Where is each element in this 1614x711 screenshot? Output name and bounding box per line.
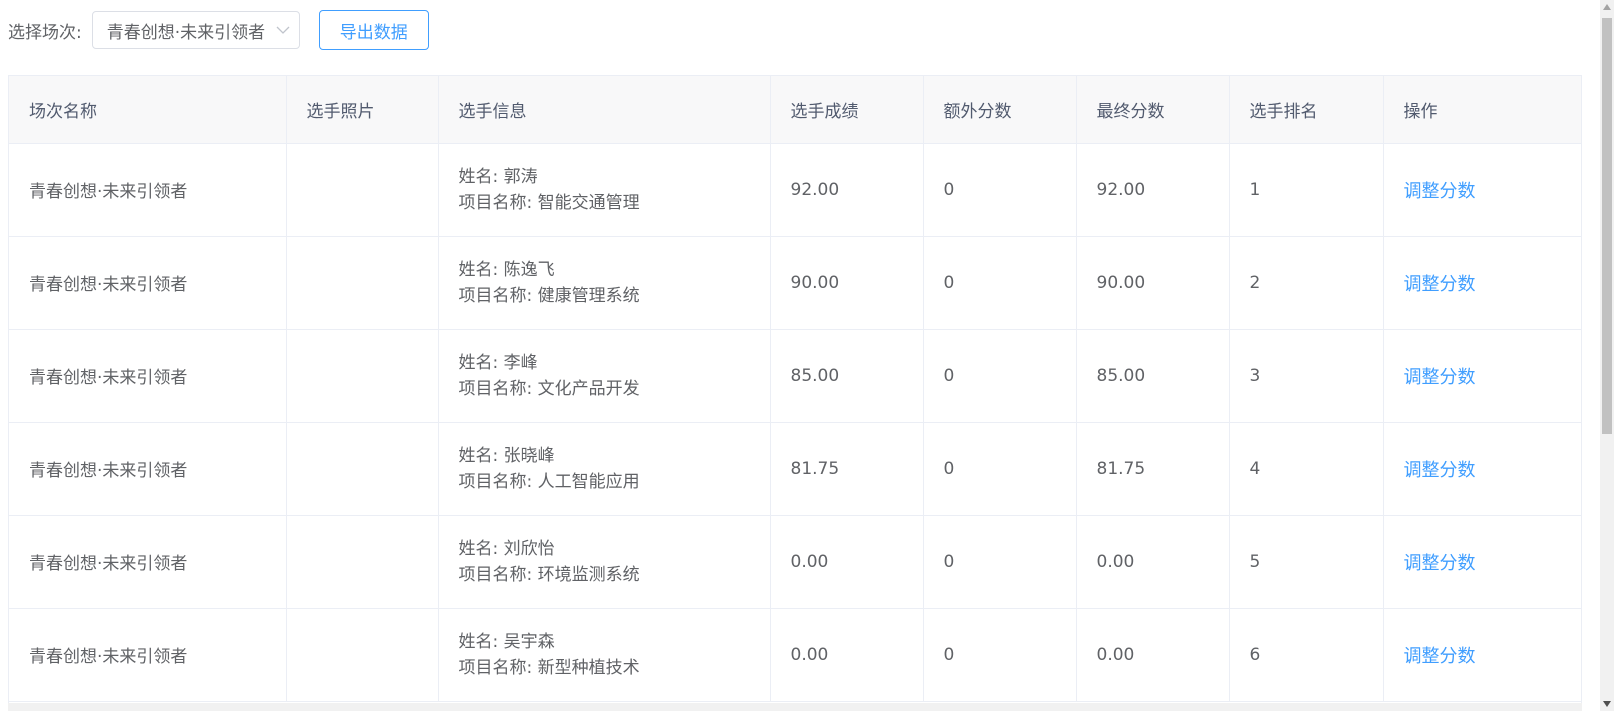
column-header: 场次名称 — [9, 76, 287, 144]
contestant-info-cell: 姓名: 陈逸飞项目名称: 健康管理系统 — [438, 236, 771, 330]
rank-cell: 6 — [1229, 608, 1384, 702]
rank-cell: 4 — [1229, 422, 1384, 516]
contestant-name: 姓名: 陈逸飞 — [458, 259, 555, 280]
extra-score-cell: 0 — [923, 143, 1077, 237]
scroll-up-icon[interactable] — [1603, 4, 1611, 10]
vertical-scrollbar[interactable] — [1600, 0, 1614, 711]
final-score-cell: 90.00 — [1076, 236, 1230, 330]
final-score-cell: 92.00 — [1076, 143, 1230, 237]
contestant-photo-cell — [286, 329, 439, 423]
session-select-value: 青春创想·未来引领者 — [106, 22, 266, 43]
action-cell: 调整分数 — [1383, 143, 1581, 237]
contestant-name: 姓名: 刘欣怡 — [458, 538, 555, 559]
score-cell: 92.00 — [770, 143, 924, 237]
extra-score-cell: 0 — [923, 422, 1077, 516]
column-header: 选手信息 — [438, 76, 771, 144]
table-row: 青春创想·未来引领者 姓名: 陈逸飞 项目名称: 健康管理系统 90.00 0 90.00… — [9, 236, 1581, 330]
table-header-row: 场次名称 选手照片 选手信息 选手成绩 额外分数 最终分数 选手排名 操作 — [9, 76, 1581, 144]
adjust-score-button[interactable]: 调整分数 — [1404, 646, 1476, 667]
extra-score-cell: 0 — [923, 329, 1077, 423]
project-name: 项目名称: 环境监测系统 — [458, 564, 640, 585]
toolbar: 选择场次: 青春创想·未来引领者 导出数据 — [8, 10, 429, 50]
table-body: 青春创想·未来引领者 姓名: 郭涛 项目名称: 智能交通管理 92.00 0 92.00 1… — [9, 143, 1581, 702]
table-row: 青春创想·未来引领者 姓名: 吴宇森 项目名称: 新型种植技术 0.00 0 0.00 6 调… — [9, 608, 1581, 702]
results-table: 场次名称 选手照片 选手信息 选手成绩 额外分数 最终分数 选手排名 操作 青春创想·未来引领… — [8, 75, 1582, 703]
session-select[interactable]: 青春创想·未来引领者 — [91, 11, 300, 49]
adjust-score-button[interactable]: 调整分数 — [1404, 181, 1476, 202]
project-name: 项目名称: 文化产品开发 — [458, 378, 640, 399]
session-name-cell: 青春创想·未来引领者 — [9, 515, 287, 609]
extra-score-cell: 0 — [923, 608, 1077, 702]
rank-cell: 1 — [1229, 143, 1384, 237]
contestant-info-cell: 姓名: 李峰项目名称: 文化产品开发 — [438, 329, 771, 423]
final-score-cell: 0.00 — [1076, 608, 1230, 702]
contestant-name: 姓名: 张晓峰 — [458, 445, 555, 466]
table-row: 青春创想·未来引领者 姓名: 张晓峰 项目名称: 人工智能应用 81.75 0 81.75… — [9, 422, 1581, 516]
contestant-photo-cell — [286, 236, 439, 330]
final-score-cell: 85.00 — [1076, 329, 1230, 423]
session-select-label: 选择场次: — [8, 22, 82, 43]
contestant-info-cell: 姓名: 张晓峰项目名称: 人工智能应用 — [438, 422, 771, 516]
column-header: 选手照片 — [286, 76, 439, 144]
adjust-score-button[interactable]: 调整分数 — [1404, 367, 1476, 388]
column-header: 操作 — [1383, 76, 1581, 144]
final-score-cell: 0.00 — [1076, 515, 1230, 609]
action-cell: 调整分数 — [1383, 236, 1581, 330]
rank-cell: 2 — [1229, 236, 1384, 330]
project-name: 项目名称: 人工智能应用 — [458, 471, 640, 492]
score-cell: 85.00 — [770, 329, 924, 423]
export-data-button[interactable]: 导出数据 — [318, 10, 429, 50]
table-row: 青春创想·未来引领者 姓名: 李峰 项目名称: 文化产品开发 85.00 0 85.00 3… — [9, 329, 1581, 423]
table-row: 青春创想·未来引领者 姓名: 郭涛 项目名称: 智能交通管理 92.00 0 92.00 1… — [9, 143, 1581, 237]
column-header: 额外分数 — [923, 76, 1077, 144]
project-name: 项目名称: 健康管理系统 — [458, 285, 640, 306]
column-header: 选手成绩 — [770, 76, 924, 144]
chevron-down-icon — [276, 26, 290, 34]
contestant-name: 姓名: 吴宇森 — [458, 631, 555, 652]
contestant-name: 姓名: 郭涛 — [458, 166, 538, 187]
score-cell: 0.00 — [770, 608, 924, 702]
rank-cell: 5 — [1229, 515, 1384, 609]
horizontal-scrollbar[interactable] — [8, 703, 1582, 711]
scrollbar-thumb[interactable] — [1602, 18, 1612, 434]
extra-score-cell: 0 — [923, 236, 1077, 330]
contestant-photo-cell — [286, 422, 439, 516]
session-name-cell: 青春创想·未来引领者 — [9, 236, 287, 330]
action-cell: 调整分数 — [1383, 608, 1581, 702]
score-cell: 90.00 — [770, 236, 924, 330]
contestant-info-cell: 姓名: 刘欣怡项目名称: 环境监测系统 — [438, 515, 771, 609]
session-name-cell: 青春创想·未来引领者 — [9, 143, 287, 237]
score-cell: 81.75 — [770, 422, 924, 516]
action-cell: 调整分数 — [1383, 329, 1581, 423]
final-score-cell: 81.75 — [1076, 422, 1230, 516]
session-name-cell: 青春创想·未来引领者 — [9, 422, 287, 516]
adjust-score-button[interactable]: 调整分数 — [1404, 460, 1476, 481]
contestant-info-cell: 姓名: 郭涛项目名称: 智能交通管理 — [438, 143, 771, 237]
session-name-cell: 青春创想·未来引领者 — [9, 329, 287, 423]
contestant-photo-cell — [286, 143, 439, 237]
action-cell: 调整分数 — [1383, 515, 1581, 609]
rank-cell: 3 — [1229, 329, 1384, 423]
contestant-info-cell: 姓名: 吴宇森项目名称: 新型种植技术 — [438, 608, 771, 702]
extra-score-cell: 0 — [923, 515, 1077, 609]
contestant-photo-cell — [286, 608, 439, 702]
project-name: 项目名称: 智能交通管理 — [458, 192, 640, 213]
contestant-name: 姓名: 李峰 — [458, 352, 538, 373]
adjust-score-button[interactable]: 调整分数 — [1404, 274, 1476, 295]
contestant-photo-cell — [286, 515, 439, 609]
score-cell: 0.00 — [770, 515, 924, 609]
adjust-score-button[interactable]: 调整分数 — [1404, 553, 1476, 574]
column-header: 最终分数 — [1076, 76, 1230, 144]
scroll-down-icon[interactable] — [1603, 701, 1611, 707]
action-cell: 调整分数 — [1383, 422, 1581, 516]
column-header: 选手排名 — [1229, 76, 1384, 144]
session-name-cell: 青春创想·未来引领者 — [9, 608, 287, 702]
project-name: 项目名称: 新型种植技术 — [458, 657, 640, 678]
page: 选择场次: 青春创想·未来引领者 导出数据 场次名称 选手照片 选手信息 选手成绩 额外… — [0, 0, 1614, 711]
table-row: 青春创想·未来引领者 姓名: 刘欣怡 项目名称: 环境监测系统 0.00 0 0.00 5 调… — [9, 515, 1581, 609]
